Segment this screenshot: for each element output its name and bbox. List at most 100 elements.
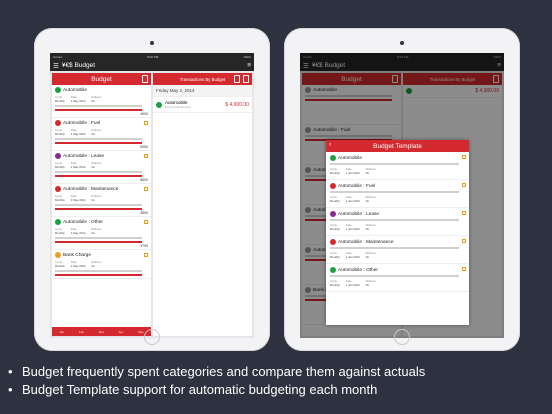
meta-field: Cycle Monthly — [55, 95, 65, 103]
meta-field: Rollover No — [91, 194, 102, 202]
meta-value: No — [365, 199, 370, 203]
meta-field: Date 1 Jan 2013 — [345, 167, 360, 175]
battery-label: 100% — [243, 54, 251, 59]
budget-item-name: Automobile : Maintenance — [63, 186, 119, 192]
template-item[interactable]: Automobile : Fuel Cycle Monthly Date 1 Jan 2… — [326, 180, 469, 208]
edit-icon[interactable] — [462, 211, 466, 215]
template-bar — [330, 163, 459, 165]
edit-icon[interactable] — [144, 187, 148, 191]
left-screen: Carrier 8:00 PM 100% ☰ ¥€$ Budget ≡ Budg… — [50, 53, 254, 338]
edit-icon[interactable] — [462, 183, 466, 187]
meta-field: Date 1 May 2014 — [70, 227, 86, 235]
edit-icon[interactable] — [144, 154, 148, 158]
budget-meta: Cycle Monthly Date 1 Jan 2013 Rollover No — [330, 251, 465, 259]
template-item-name: Automobile : Other — [338, 267, 378, 273]
back-chevron-icon[interactable]: ‹ — [329, 141, 331, 148]
edit-icon[interactable] — [462, 267, 466, 271]
meta-field: Date 1 May 2014 — [70, 194, 86, 202]
meta-field: Rollover No — [365, 195, 376, 203]
budget-meta: Cycle Monthly Date 1 Jan 2013 Rollover No — [330, 167, 465, 175]
budget-meta: Cycle Monthly Date 1 May 2014 Rollover No — [55, 95, 148, 103]
app-title: ¥€$ Budget — [61, 62, 96, 69]
edit-icon[interactable] — [462, 155, 466, 159]
meta-field: Cycle Monthly — [55, 260, 65, 268]
home-button[interactable] — [394, 329, 410, 345]
category-icon — [330, 183, 336, 189]
meta-value: 1 Jan 2013 — [345, 199, 360, 203]
template-bar — [330, 191, 459, 193]
template-item-title: Automobile — [330, 155, 465, 161]
meta-field: Cycle Monthly — [55, 128, 65, 136]
meta-value: No — [365, 171, 370, 175]
nav-bar: ☰ ¥€$ Budget ≡ — [50, 60, 254, 71]
carrier-label: Carrier — [53, 54, 63, 59]
template-item[interactable]: Automobile : Lease Cycle Monthly Date 1 Jan … — [326, 208, 469, 236]
actual-bar — [55, 138, 142, 140]
template-item[interactable]: Automobile : Other Cycle Monthly Date 1 Jan … — [326, 264, 469, 292]
budget-item-title: Automobile : Other — [55, 219, 148, 225]
budget-meta: Cycle Monthly Date 1 May 2014 Rollover No — [55, 128, 148, 136]
meta-value: No — [91, 165, 95, 169]
meta-field: Cycle Monthly — [55, 161, 65, 169]
add-transaction-icon[interactable] — [243, 75, 249, 83]
list-icon[interactable]: ≡ — [247, 62, 251, 69]
meta-value: 1 May 2014 — [70, 132, 86, 136]
meta-field: Rollover No — [91, 260, 102, 268]
budget-item[interactable]: Automobile : Lease Cycle Monthly Date 1 May … — [52, 151, 151, 184]
budget-item[interactable]: Bank Charge Cycle Monthly Date 1 May 2014 Rol… — [52, 250, 151, 279]
template-item[interactable]: Automobile Cycle Monthly Date 1 Jan 2013 Roll… — [326, 152, 469, 180]
budget-item[interactable]: Automobile Cycle Monthly Date 1 May 2014 Roll… — [52, 85, 151, 118]
edit-icon[interactable] — [144, 253, 148, 257]
meta-value: Monthly — [55, 165, 65, 169]
edit-icon[interactable] — [144, 220, 148, 224]
actual-bar — [55, 105, 142, 107]
budget-amount: 4900 — [140, 112, 148, 116]
template-item[interactable]: Automobile : Maintenance Cycle Monthly Date… — [326, 236, 469, 264]
month-tab[interactable]: Mar — [99, 330, 104, 334]
meta-field: Rollover No — [365, 223, 376, 231]
transaction-date-group: Friday May 2, 2014 — [153, 85, 252, 97]
transaction-row[interactable]: Automobile From Credit account $ 4,900.0… — [153, 97, 252, 113]
budget-template-modal: ‹ Budget Template Automobile Cycle Monthly… — [326, 140, 469, 325]
category-icon — [55, 252, 61, 258]
meta-value: Monthly — [55, 198, 65, 202]
month-tab[interactable]: Jan — [59, 330, 64, 334]
meta-value: 1 Jan 2013 — [345, 255, 360, 259]
caption-line-2: • Budget Template support for automatic b… — [8, 382, 544, 397]
meta-value: 1 Jan 2013 — [345, 283, 360, 287]
budget-amount: 5600 — [140, 178, 148, 182]
edit-icon[interactable] — [462, 239, 466, 243]
left-ipad-frame: Carrier 8:00 PM 100% ☰ ¥€$ Budget ≡ Budg… — [34, 28, 270, 351]
meta-value: 1 May 2014 — [70, 99, 86, 103]
budget-item-name: Automobile — [63, 87, 87, 93]
edit-icon[interactable] — [234, 75, 240, 83]
transactions-header: Transactions By Budget — [153, 73, 252, 85]
time-label: 8:00 PM — [147, 54, 159, 59]
edit-icon[interactable] — [144, 121, 148, 125]
budget-meta: Cycle Monthly Date 1 Jan 2013 Rollover No — [330, 223, 465, 231]
category-icon — [55, 219, 61, 225]
month-tab[interactable]: May — [138, 330, 144, 334]
bullet-icon: • — [8, 382, 13, 397]
right-screen: Carrier 8:00 PM 100% ☰ ¥€$ Budget ≡ Budg… — [300, 53, 504, 338]
month-tab[interactable]: Feb — [79, 330, 84, 334]
transaction-amount: $ 4,900.00 — [225, 101, 249, 108]
budget-meta: Cycle Monthly Date 1 Jan 2013 Rollover No — [330, 195, 465, 203]
meta-value: No — [91, 132, 95, 136]
meta-field: Cycle Monthly — [55, 194, 65, 202]
budget-amount: 3500 — [140, 211, 148, 215]
budget-meta: Cycle Monthly Date 1 May 2014 Rollover No — [55, 260, 148, 268]
category-icon — [55, 87, 61, 93]
budget-item[interactable]: Automobile : Fuel Cycle Monthly Date 1 May 2… — [52, 118, 151, 151]
camera-dot — [400, 41, 404, 45]
home-button[interactable] — [144, 329, 160, 345]
add-budget-icon[interactable] — [142, 75, 148, 83]
meta-field: Date 1 May 2014 — [70, 95, 86, 103]
budget-item[interactable]: Automobile : Maintenance Cycle Monthly Date… — [52, 184, 151, 217]
budget-bar — [55, 208, 142, 210]
month-tab[interactable]: Apr — [119, 330, 124, 334]
menu-icon[interactable]: ☰ — [53, 62, 59, 70]
budget-item-title: Automobile — [55, 87, 148, 93]
template-item-name: Automobile : Fuel — [338, 183, 376, 189]
budget-item[interactable]: Automobile : Other Cycle Monthly Date 1 May … — [52, 217, 151, 250]
